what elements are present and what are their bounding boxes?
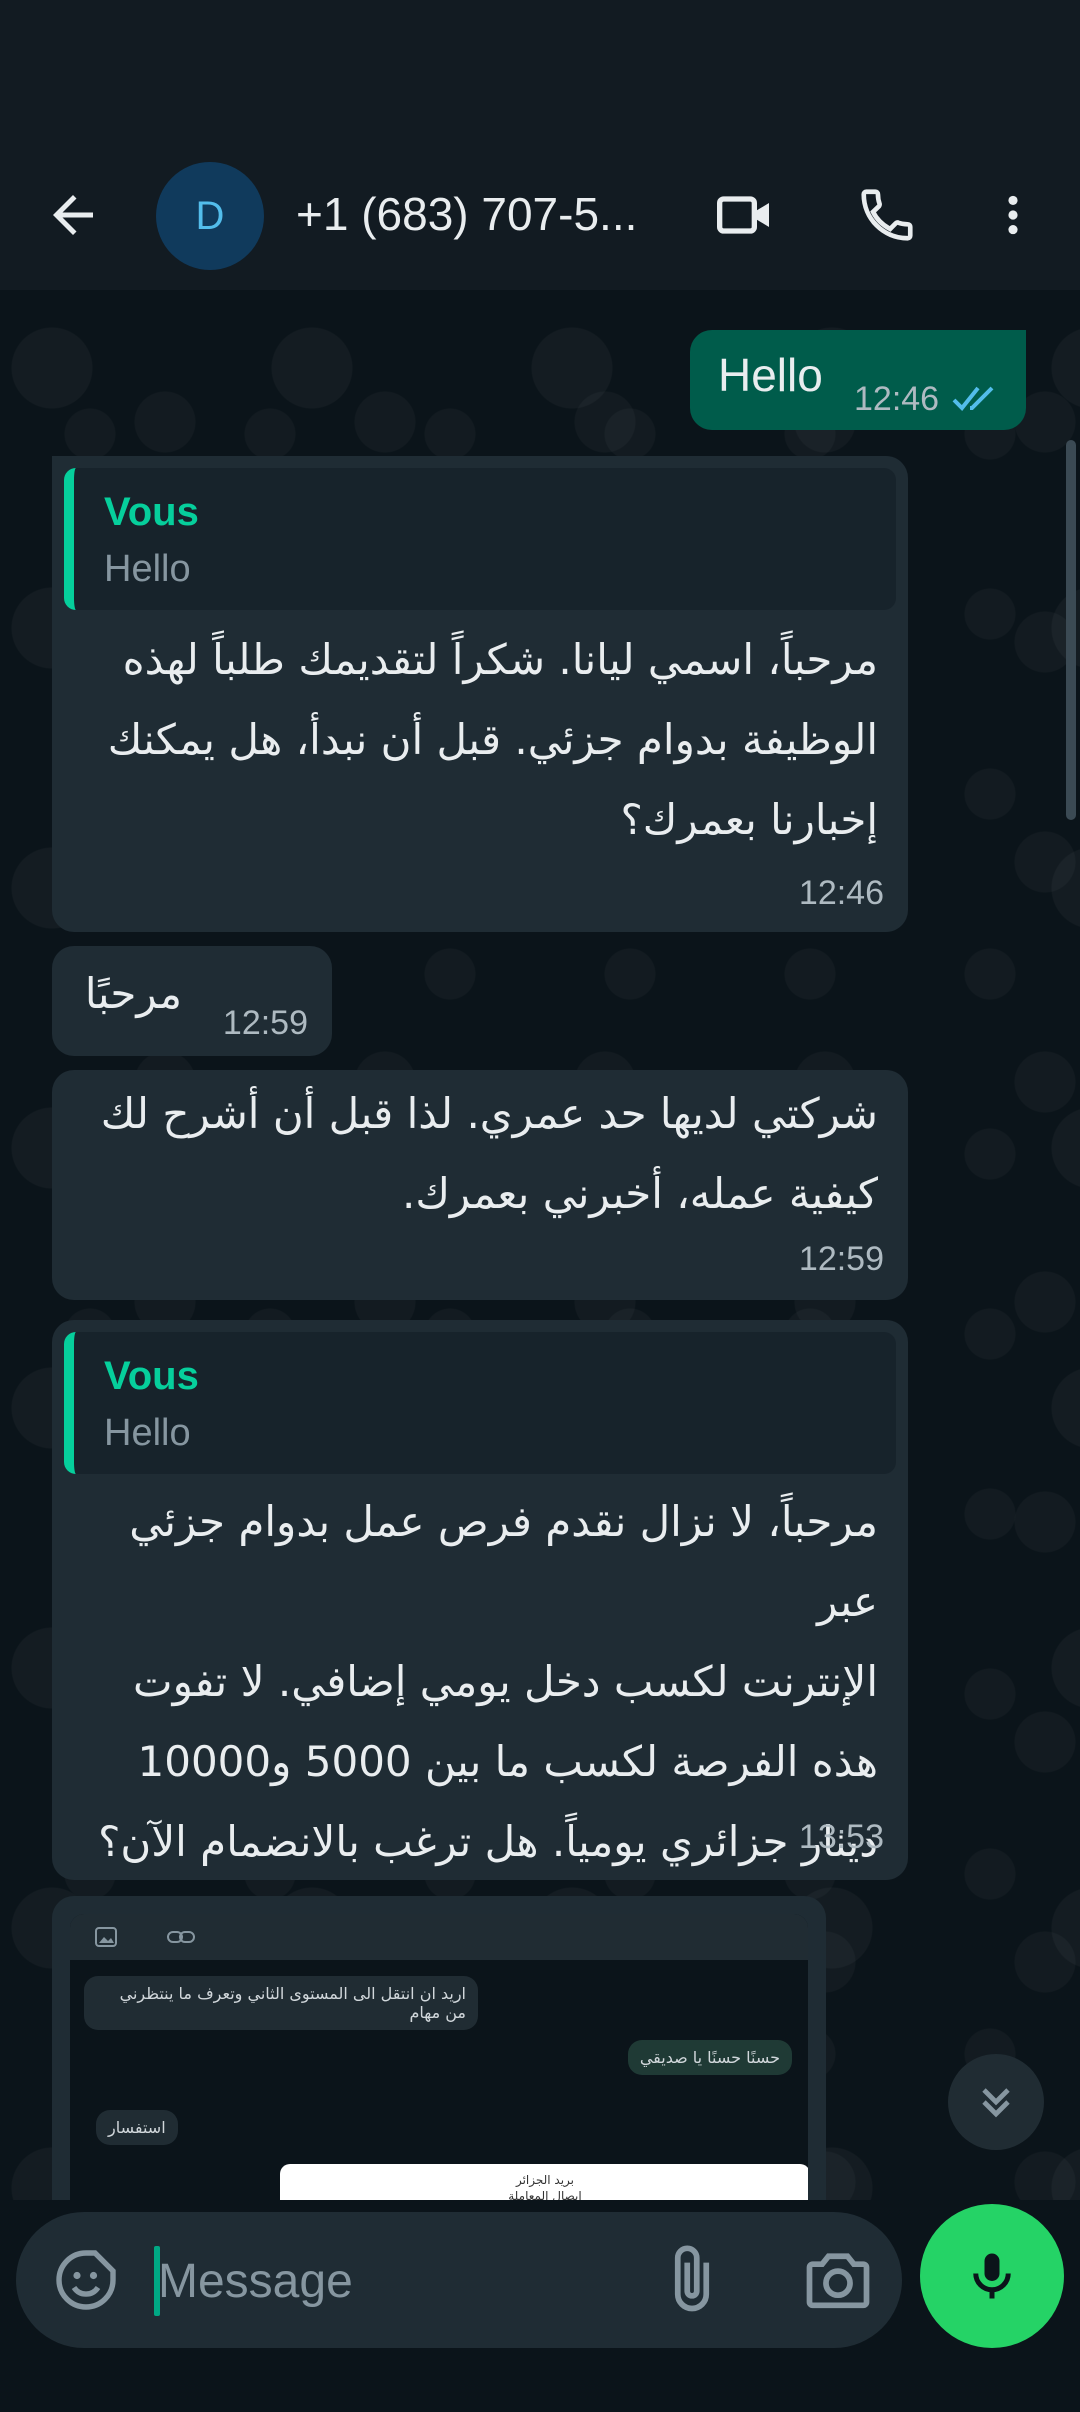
quoted-message[interactable]: Vous Hello bbox=[64, 468, 896, 610]
receipt-preview: بريد الجزائر إيصال المعاملة bbox=[280, 2164, 808, 2200]
message-outgoing[interactable]: Hello 12:46 bbox=[690, 330, 1026, 430]
message-line: كيفية عمله، أخبرني بعمرك. bbox=[401, 1169, 878, 1218]
avatar[interactable]: D bbox=[156, 162, 264, 270]
sticker-icon bbox=[56, 2250, 116, 2310]
message-line: الإنترنت لكسب دخل يومي إضافي. لا تفوت bbox=[133, 1657, 878, 1706]
link-icon bbox=[167, 1931, 195, 1943]
double-check-icon bbox=[952, 386, 994, 411]
quote-author: Vous bbox=[104, 490, 199, 534]
message-line: مرحباً، اسمي ليانا. شكراً لتقديمك طلباً … bbox=[122, 635, 878, 684]
more-options-button[interactable] bbox=[968, 170, 1058, 260]
message-text: مرحباً، اسمي ليانا. شكراً لتقديمك طلباً … bbox=[78, 620, 878, 860]
image-text: إيصال المعاملة bbox=[508, 2189, 582, 2200]
scrollbar[interactable] bbox=[1066, 440, 1076, 820]
message-line: هذه الفرصة لكسب ما بين 5000 و10000 bbox=[137, 1737, 879, 1786]
message-line: دينار جزائري يومياً. هل ترغب بالانضمام ا… bbox=[98, 1817, 878, 1866]
message-image[interactable]: اريد ان انتقل الى المستوى الثاني وتعرف م… bbox=[52, 1896, 826, 2200]
attach-icon bbox=[674, 2245, 710, 2312]
image-icon bbox=[95, 1927, 117, 1947]
quoted-message[interactable]: Vous Hello bbox=[64, 1332, 896, 1474]
contact-name[interactable]: +1 (683) 707-5... bbox=[296, 178, 696, 250]
message-text: مرحباً، لا نزال نقدم فرص عمل بدوام جزئي … bbox=[58, 1482, 878, 1882]
message-incoming[interactable]: مرحبًا 12:59 bbox=[52, 946, 332, 1056]
more-vertical-icon bbox=[1008, 195, 1018, 235]
screenshot-image[interactable]: اريد ان انتقل الى المستوى الثاني وتعرف م… bbox=[70, 1914, 808, 2200]
scroll-to-bottom-button[interactable] bbox=[948, 2054, 1044, 2150]
avatar-letter: D bbox=[195, 193, 225, 238]
image-text: بريد الجزائر bbox=[515, 2173, 575, 2187]
back-button[interactable] bbox=[28, 170, 118, 260]
message-time: 12:59 bbox=[798, 1240, 884, 1278]
message-line: مرحباً، لا نزال نقدم فرص عمل بدوام جزئي … bbox=[129, 1497, 878, 1626]
message-time: 13:53 bbox=[798, 1818, 884, 1856]
chat-header: D +1 (683) 707-5... bbox=[0, 130, 1080, 290]
phone-icon bbox=[861, 189, 913, 241]
voice-call-button[interactable] bbox=[842, 170, 932, 260]
image-text: حسنًا حسنًا يا صديقي bbox=[627, 2040, 792, 2075]
image-toolbar bbox=[70, 1914, 808, 1960]
quote-author: Vous bbox=[104, 1354, 199, 1398]
message-time: 12:46 bbox=[854, 380, 940, 418]
message-text: Hello bbox=[718, 349, 823, 401]
video-call-icon bbox=[717, 196, 769, 234]
double-chevron-down-icon bbox=[982, 2088, 1010, 2118]
video-call-button[interactable] bbox=[700, 170, 790, 260]
mic-icon bbox=[973, 2253, 1011, 2299]
image-text: استفسار bbox=[96, 2110, 178, 2145]
message-time: 12:46 bbox=[798, 874, 884, 912]
message-line: الوظيفة بدوام جزئي. قبل أن نبدأ، هل يمكن… bbox=[107, 715, 878, 764]
message-line: شركتي لديها حد عمري. لذا قبل أن أشرح لك bbox=[100, 1089, 878, 1138]
message-time: 12:59 bbox=[222, 1004, 308, 1042]
message-incoming[interactable]: Vous Hello مرحباً، لا نزال نقدم فرص عمل … bbox=[52, 1320, 908, 1880]
back-arrow-icon bbox=[53, 195, 93, 235]
message-incoming[interactable]: شركتي لديها حد عمري. لذا قبل أن أشرح لك … bbox=[52, 1070, 908, 1300]
status-bar bbox=[0, 0, 1080, 130]
camera-icon bbox=[806, 2253, 870, 2309]
image-text: اريد ان انتقل الى المستوى الثاني وتعرف م… bbox=[84, 1976, 478, 2030]
message-line: إخبارنا بعمرك؟ bbox=[620, 795, 878, 844]
attach-button[interactable] bbox=[654, 2242, 730, 2318]
system-nav-bar bbox=[0, 2360, 1080, 2412]
voice-record-button[interactable] bbox=[920, 2204, 1064, 2348]
message-text: مرحبًا bbox=[84, 969, 182, 1018]
chat-area[interactable]: Hello 12:46 Vous Hello مرحباً، اسمي ليان… bbox=[0, 290, 1080, 2200]
camera-button[interactable] bbox=[800, 2242, 876, 2318]
sticker-button[interactable] bbox=[50, 2244, 122, 2316]
message-incoming[interactable]: Vous Hello مرحباً، اسمي ليانا. شكراً لتق… bbox=[52, 456, 908, 932]
message-text: شركتي لديها حد عمري. لذا قبل أن أشرح لك … bbox=[78, 1074, 878, 1234]
message-input[interactable] bbox=[156, 2240, 640, 2322]
message-composer bbox=[16, 2212, 902, 2348]
quote-text: Hello bbox=[104, 1412, 191, 1454]
quote-text: Hello bbox=[104, 548, 191, 590]
